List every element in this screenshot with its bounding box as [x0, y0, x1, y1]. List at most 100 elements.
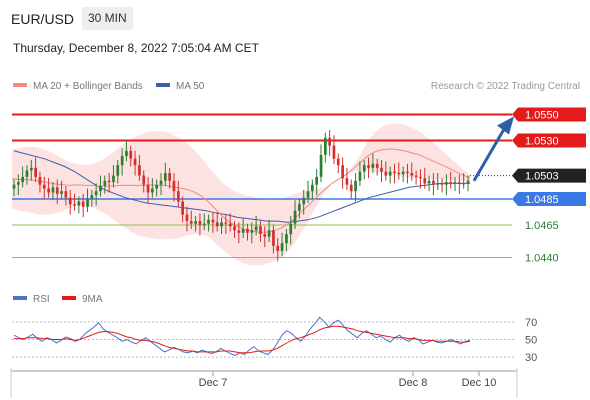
forecast-arrow-head: [497, 116, 514, 135]
x-axis-label: Dec 7: [199, 377, 228, 389]
candle-body: [280, 243, 284, 251]
chart-widget: EUR/USD 30 MIN Thursday, December 8, 202…: [0, 0, 590, 400]
candle-body: [81, 201, 85, 207]
candle-body: [220, 222, 223, 227]
candle-body: [159, 180, 163, 185]
bollinger-band: [12, 123, 470, 266]
candle-body: [164, 173, 167, 181]
candle-body: [410, 173, 414, 176]
candle-body: [172, 180, 176, 192]
level-label: 1.0503: [525, 171, 559, 183]
x-axis-label: Dec 8: [399, 377, 428, 389]
candle-body: [440, 183, 444, 185]
candle-body: [414, 175, 418, 177]
candle-body: [419, 176, 422, 179]
candle-body: [311, 184, 314, 192]
candle-body: [298, 204, 301, 211]
candle-body: [358, 171, 362, 181]
candle-body: [51, 187, 55, 193]
candle-body: [185, 214, 189, 222]
candle-body: [380, 167, 383, 172]
candle-body: [202, 223, 206, 225]
level-label: 1.0440: [525, 253, 559, 265]
candle-body: [207, 219, 210, 224]
candle-body: [406, 171, 409, 173]
rsi-line: [13, 316, 471, 356]
candle-body: [237, 230, 241, 233]
candle-body: [285, 234, 288, 244]
candle-body: [12, 184, 16, 189]
candle-body: [125, 150, 128, 157]
candle-body: [423, 178, 427, 184]
candle-body: [384, 171, 388, 176]
candle-body: [38, 176, 42, 185]
candle-body: [293, 210, 297, 224]
candle-body: [393, 171, 396, 173]
candle-body: [133, 158, 137, 166]
candle-body: [17, 182, 20, 185]
candle-body: [302, 197, 306, 205]
candle-body: [445, 182, 448, 185]
candle-body: [21, 176, 24, 183]
candle-body: [306, 191, 310, 198]
candle-body: [99, 186, 102, 192]
candle-body: [259, 226, 262, 235]
candle-body: [241, 228, 245, 233]
candle-body: [324, 137, 327, 155]
candle-body: [42, 184, 46, 189]
x-axis-label: Dec 10: [462, 377, 497, 389]
candle-body: [107, 180, 111, 183]
level-label: 1.0530: [525, 136, 559, 148]
candle-body: [60, 191, 63, 194]
candle-body: [388, 171, 392, 176]
candle-body: [332, 145, 336, 159]
candle-body: [103, 180, 107, 186]
candle-body: [25, 170, 29, 177]
candle-body: [224, 222, 228, 224]
candle-body: [168, 173, 171, 181]
candle-body: [401, 171, 405, 175]
legend-9ma-label: 9MA: [82, 294, 103, 305]
candle-body: [289, 223, 293, 235]
level-label: 1.0485: [525, 194, 559, 206]
candle-body: [233, 226, 236, 231]
candle-body: [198, 221, 202, 225]
candle-body: [77, 201, 81, 206]
candle-body: [181, 201, 184, 215]
candle-body: [341, 165, 344, 179]
candle-body: [375, 163, 379, 168]
candle-body: [345, 178, 349, 185]
candle-body: [64, 191, 68, 198]
price-chart: 1.0550 1.0530 1.0503 1.0485 1.0465 1.0440 70 5…: [10, 107, 586, 398]
candle-body: [354, 180, 357, 192]
candle-body: [458, 182, 461, 184]
candle-body: [116, 165, 120, 176]
rsi-swatch: [13, 296, 27, 301]
candle-body: [129, 150, 133, 159]
candle-body: [276, 245, 280, 251]
candle-body: [272, 230, 275, 246]
candle-body: [94, 191, 98, 196]
candle-body: [112, 175, 115, 183]
level-label: 1.0550: [525, 110, 559, 122]
candle-body: [432, 180, 435, 185]
candle-body: [138, 165, 141, 176]
candle-body: [142, 175, 146, 185]
candle-body: [177, 191, 180, 202]
candle-body: [328, 137, 331, 146]
candle-body: [86, 199, 89, 207]
candle-body: [254, 226, 258, 231]
candle-body: [315, 176, 318, 185]
candle-body: [427, 180, 431, 184]
candle-body: [120, 156, 124, 166]
candle-body: [349, 184, 353, 192]
candle-body: [367, 165, 370, 168]
candle-body: [462, 183, 465, 185]
candle-body: [73, 204, 76, 206]
forecast-arrow-shaft: [472, 126, 507, 182]
candle-body: [466, 180, 470, 184]
candle-body: [47, 188, 50, 193]
candle-body: [453, 182, 457, 184]
candle-body: [68, 197, 72, 205]
candle-body: [30, 167, 33, 171]
